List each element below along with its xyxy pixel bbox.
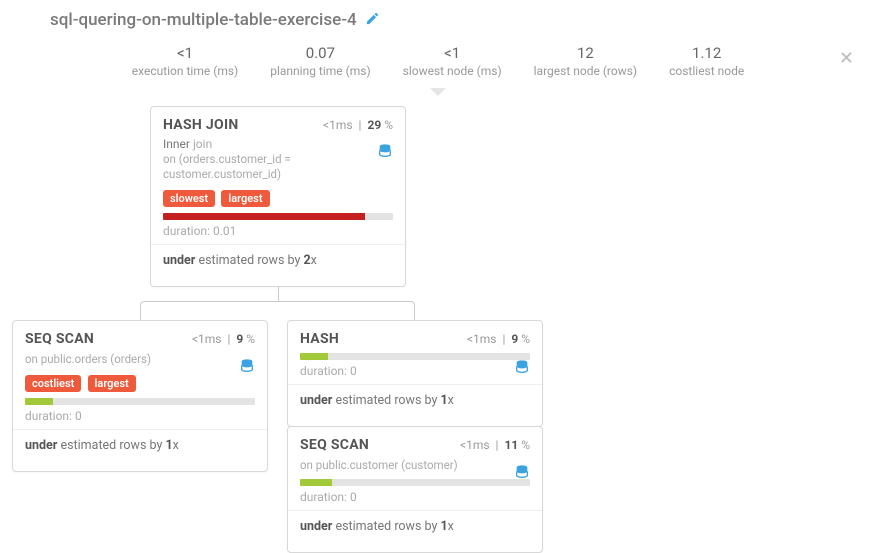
node-badges: slowest largest [163, 190, 393, 207]
node-condition: on public.orders (orders) [25, 352, 255, 367]
page-title: sql-quering-on-multiple-table-exercise-4 [50, 10, 357, 30]
node-title: SEQ SCAN [25, 331, 94, 347]
duration-bar [300, 479, 530, 486]
duration-bar [300, 353, 530, 360]
rows-estimate: under estimated rows by 1x [300, 385, 530, 418]
plan-node-seq-scan-orders[interactable]: SEQ SCAN <1ms | 9 % on public.orders (or… [12, 320, 268, 472]
plan-node-hash[interactable]: HASH <1ms | 9 % duration: 0 under estima… [287, 320, 543, 427]
database-icon [377, 143, 393, 163]
metric-cost: 1.12costliest node [669, 44, 744, 78]
node-condition: on public.customer (customer) [300, 458, 530, 473]
duration-bar [163, 213, 393, 220]
duration-bar [25, 398, 255, 405]
database-icon [514, 359, 530, 379]
node-title: SEQ SCAN [300, 437, 369, 453]
metric-exec: <1execution time (ms) [132, 44, 238, 78]
plan-node-seq-scan-customer[interactable]: SEQ SCAN <1ms | 11 % on public.customer … [287, 426, 543, 553]
node-title: HASH JOIN [163, 117, 239, 133]
node-condition: on (orders.customer_id = customer.custom… [163, 152, 393, 182]
close-icon[interactable]: ✕ [839, 48, 854, 69]
metric-plan: 0.07planning time (ms) [270, 44, 370, 78]
plan-node-hash-join[interactable]: HASH JOIN <1ms | 29 % Inner join on (ord… [150, 106, 406, 287]
metric-large: 12largest node (rows) [534, 44, 637, 78]
metrics-bar: <1execution time (ms) 0.07planning time … [0, 30, 876, 96]
node-stats: <1ms | 9 % [192, 332, 255, 346]
node-subtitle: Inner join [163, 137, 393, 151]
tree-connector [140, 301, 415, 321]
database-icon [514, 464, 530, 484]
title-bar: sql-quering-on-multiple-table-exercise-4 [0, 0, 876, 30]
edit-icon[interactable] [365, 11, 380, 30]
node-stats: <1ms | 29 % [323, 118, 393, 132]
node-stats: <1ms | 11 % [460, 438, 530, 452]
rows-estimate: under estimated rows by 1x [300, 511, 530, 544]
rows-estimate: under estimated rows by 1x [25, 430, 255, 463]
plan-canvas: HASH JOIN <1ms | 29 % Inner join on (ord… [0, 96, 876, 102]
badge-slowest: slowest [163, 190, 215, 207]
node-title: HASH [300, 331, 339, 347]
rows-estimate: under estimated rows by 2x [163, 245, 393, 278]
badge-largest: largest [88, 375, 136, 392]
duration-label: duration: 0 [300, 364, 530, 378]
badge-largest: largest [221, 190, 269, 207]
node-badges: costliest largest [25, 375, 255, 392]
duration-label: duration: 0 [25, 409, 255, 423]
database-icon [239, 358, 255, 378]
duration-label: duration: 0 [300, 490, 530, 504]
node-stats: <1ms | 9 % [467, 332, 530, 346]
duration-label: duration: 0.01 [163, 224, 393, 238]
metric-slow: <1slowest node (ms) [403, 44, 502, 78]
badge-costliest: costliest [25, 375, 81, 392]
